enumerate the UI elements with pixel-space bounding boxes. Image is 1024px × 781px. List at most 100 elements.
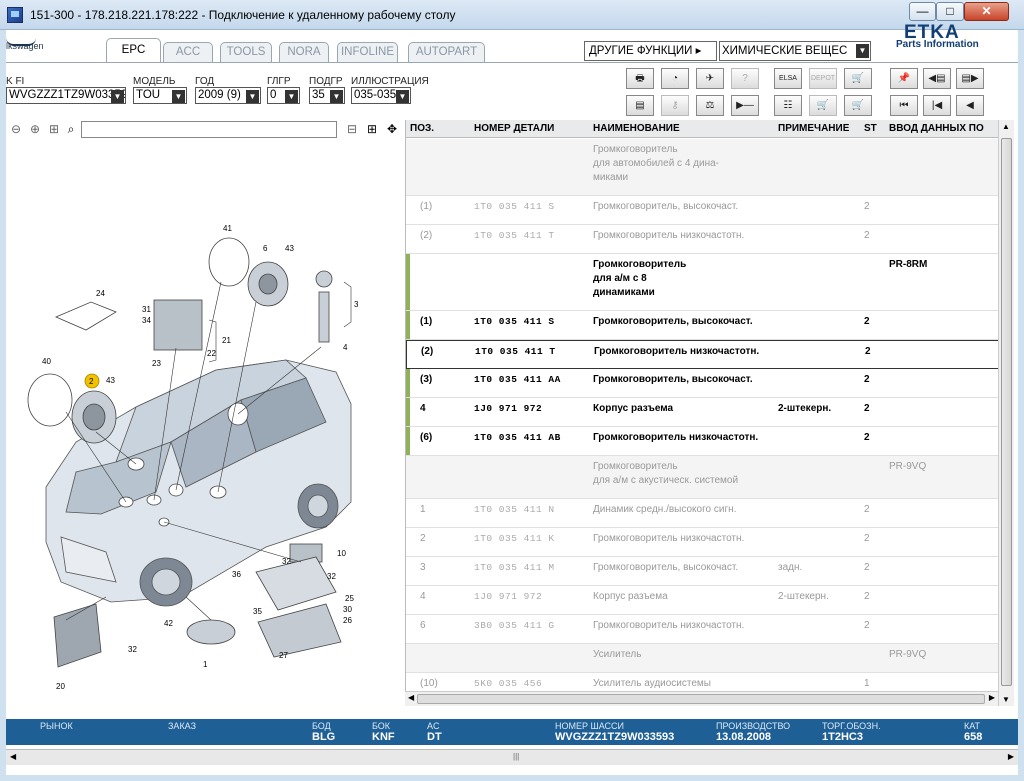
first-page-icon[interactable]: ⏮ — [890, 95, 918, 116]
callout-25[interactable]: 25 — [345, 594, 354, 603]
speedometer-icon[interactable]: ◔ — [661, 68, 689, 89]
table-row[interactable]: Громкоговоритель для а/м с 8 динамиками P… — [406, 254, 998, 311]
table-row[interactable]: Громкоговоритель для а/м с акустическ. с… — [406, 456, 998, 499]
hscroll-thumb[interactable] — [417, 694, 985, 704]
table-row[interactable]: 4 1J0 971 972 Корпус разъема 2-штекерн. 2 — [406, 398, 998, 427]
main-group-select[interactable]: 0 ▼ — [267, 87, 300, 104]
next-page-icon[interactable]: ▤▶ — [956, 68, 984, 89]
list-icon[interactable]: ▤ — [626, 95, 654, 116]
callout-35[interactable]: 35 — [253, 607, 262, 616]
scroll-right-icon[interactable]: ▶ — [989, 693, 995, 702]
table-row[interactable]: 2 1T0 035 411 K Громкоговоритель низкочаст… — [406, 528, 998, 557]
year-select[interactable]: 2009 (9) ▼ — [195, 87, 261, 104]
grip-icon[interactable]: ||| — [513, 752, 519, 761]
table-row[interactable]: 4 1J0 971 972 Корпус разъема 2-штекерн. 2 — [406, 586, 998, 615]
table-row[interactable]: (1) 1T0 035 411 S Громкоговоритель, высоко… — [406, 196, 998, 225]
horizontal-scrollbar[interactable]: ◀ ▶ — [405, 691, 998, 706]
close-button[interactable]: ✕ — [964, 2, 1009, 21]
callout-27[interactable]: 27 — [279, 651, 288, 660]
table-row[interactable]: 3 1T0 035 411 M Громкоговоритель, высокоча… — [406, 557, 998, 586]
zoom-fit-icon[interactable]: ⊞ — [46, 121, 62, 137]
illustration-select[interactable]: 035-035 ▼ — [351, 87, 411, 104]
zoom-out-icon[interactable]: ⊖ — [8, 121, 24, 137]
parts-illustration[interactable]: 41 6 43 24 3 31 34 21 22 23 4 40 2 43 10… — [6, 142, 404, 720]
move-icon[interactable]: ✥ — [384, 121, 400, 137]
callout-43b[interactable]: 43 — [106, 376, 115, 385]
callout-34[interactable]: 34 — [142, 316, 151, 325]
callout-32b[interactable]: 32 — [327, 572, 336, 581]
play-stop-icon[interactable]: ▶— — [731, 95, 759, 116]
chevron-down-icon[interactable]: ▼ — [111, 90, 124, 103]
scroll-left-icon[interactable]: ◀ — [10, 752, 16, 761]
back-icon[interactable]: ◀ — [956, 95, 984, 116]
callout-41[interactable]: 41 — [223, 224, 232, 233]
chevron-down-icon[interactable]: ▼ — [856, 44, 869, 58]
cart-arrow-icon[interactable]: 🛒 — [809, 95, 837, 116]
table-row[interactable]: (2) 1T0 035 411 T Громкоговоритель низкоча… — [406, 340, 998, 369]
table-row[interactable]: (6) 1T0 035 411 AB Громкоговоритель низкоч… — [406, 427, 998, 456]
callout-32[interactable]: 32 — [282, 557, 291, 566]
vertical-scrollbar[interactable]: ▲ ▼ — [998, 120, 1014, 706]
prev-page-icon[interactable]: ◀▤ — [923, 68, 951, 89]
callout-22[interactable]: 22 — [207, 349, 216, 358]
col-part-number[interactable]: НОМЕР ДЕТАЛИ — [474, 123, 554, 134]
table-row[interactable]: Усилитель PR-9VQ — [406, 644, 998, 673]
minimize-button[interactable]: — — [909, 2, 936, 21]
vin-field[interactable]: WVGZZZ1TZ9W03359 ▼ — [6, 87, 126, 104]
callout-26[interactable]: 26 — [343, 616, 352, 625]
chevron-down-icon[interactable]: ▼ — [246, 90, 259, 103]
callout-21[interactable]: 21 — [222, 336, 231, 345]
callout-2[interactable]: 2 — [89, 377, 94, 386]
list-add-icon[interactable]: ☷ — [774, 95, 802, 116]
callout-23[interactable]: 23 — [152, 359, 161, 368]
tab-nora[interactable]: NORA — [279, 42, 329, 62]
col-data-input[interactable]: ВВОД ДАННЫХ ПО — [889, 123, 984, 134]
tab-epc[interactable]: EPC — [106, 38, 161, 63]
scales-icon[interactable]: ⚖ — [696, 95, 724, 116]
callout-30[interactable]: 30 — [343, 605, 352, 614]
table-row[interactable]: Громкоговоритель для автомобилей с 4 дин… — [406, 139, 998, 196]
tab-autopart[interactable]: AUTOPART — [408, 42, 485, 62]
callout-10[interactable]: 10 — [337, 549, 346, 558]
print-icon[interactable]: 🖶 — [626, 68, 654, 89]
callout-6[interactable]: 6 — [263, 244, 268, 253]
depot-icon[interactable]: DEPOT — [809, 68, 837, 89]
grid-icon[interactable]: ⊞ — [364, 121, 380, 137]
scroll-left-icon[interactable]: ◀ — [408, 693, 414, 702]
pin-icon[interactable]: 📌 — [890, 68, 918, 89]
callout-43[interactable]: 43 — [285, 244, 294, 253]
cart-icon[interactable]: 🛒 — [844, 68, 872, 89]
table-row[interactable]: 6 3B0 035 411 G Громкоговоритель низкочаст… — [406, 615, 998, 644]
chevron-down-icon[interactable]: ▼ — [285, 90, 298, 103]
col-name[interactable]: НАИМЕНОВАНИЕ — [593, 123, 680, 134]
col-note[interactable]: ПРИМЕЧАНИЕ — [778, 123, 849, 134]
chevron-down-icon[interactable]: ▼ — [172, 90, 185, 103]
col-st[interactable]: ST — [864, 123, 877, 134]
window-horizontal-scrollbar[interactable]: ◀ ||| ▶ — [6, 749, 1018, 765]
chevron-down-icon[interactable]: ▼ — [330, 90, 343, 103]
scrollbar-thumb[interactable] — [1001, 138, 1012, 686]
elsa-icon[interactable]: ELSA — [774, 68, 802, 89]
previous-icon[interactable]: |◀ — [923, 95, 951, 116]
scroll-down-icon[interactable]: ▼ — [1002, 695, 1010, 704]
other-functions-button[interactable]: ДРУГИЕ ФУНКЦИИ ▸ — [584, 41, 717, 61]
callout-20[interactable]: 20 — [56, 682, 65, 691]
help-icon[interactable]: ? — [731, 68, 759, 89]
callout-42[interactable]: 42 — [164, 619, 173, 628]
table-row[interactable]: 1 1T0 035 411 N Динамик средн./высокого си… — [406, 499, 998, 528]
callout-32c[interactable]: 32 — [128, 645, 137, 654]
cart-list-icon[interactable]: 🛒 — [844, 95, 872, 116]
tools-icon[interactable]: ✈ — [696, 68, 724, 89]
functions-select[interactable]: ХИМИЧЕСКИЕ ВЕЩЕС ▼ — [719, 41, 871, 61]
model-select[interactable]: TOU ▼ — [133, 87, 187, 104]
callout-36[interactable]: 36 — [232, 570, 241, 579]
zoom-in-icon[interactable]: ⊕ — [27, 121, 43, 137]
callout-40[interactable]: 40 — [42, 357, 51, 366]
tab-infoline[interactable]: INFOLINE — [337, 42, 398, 62]
fit-width-icon[interactable]: ⊟ — [344, 121, 360, 137]
callout-3[interactable]: 3 — [354, 300, 359, 309]
callout-4[interactable]: 4 — [343, 343, 348, 352]
scroll-up-icon[interactable]: ▲ — [1002, 122, 1010, 131]
chevron-down-icon[interactable]: ▼ — [396, 90, 409, 103]
callout-1[interactable]: 1 — [203, 660, 208, 669]
